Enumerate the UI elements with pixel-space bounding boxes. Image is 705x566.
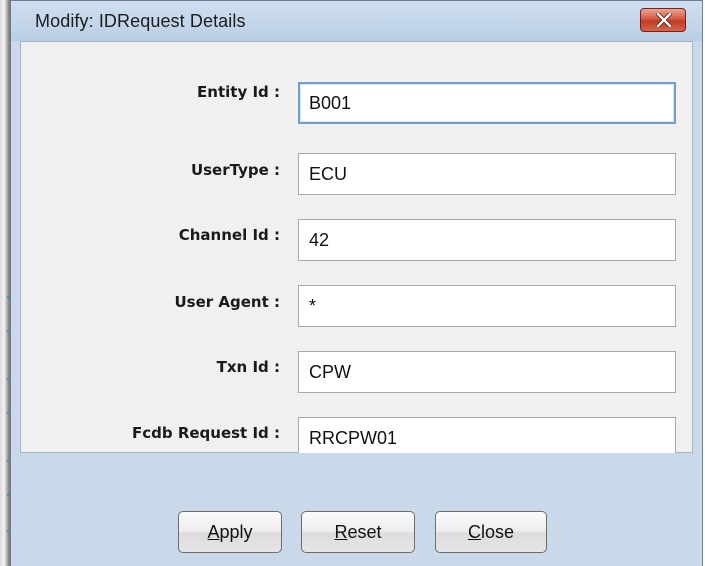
txn-id-label: Txn Id : <box>216 358 280 376</box>
reset-mnemonic: R <box>334 521 348 542</box>
edge-dot <box>7 378 9 380</box>
background-window-edge <box>0 0 10 566</box>
user-agent-field[interactable] <box>298 285 676 327</box>
close-x-icon <box>656 13 672 27</box>
close-window-button[interactable] <box>640 8 686 32</box>
title-bar[interactable]: Modify: IDRequest Details <box>11 1 702 41</box>
apply-button[interactable]: Apply <box>178 511 282 553</box>
form-panel: Entity Id : UserType : Channel Id : User… <box>20 41 693 459</box>
close-mnemonic: C <box>467 521 481 542</box>
reset-button[interactable]: Reset <box>301 511 415 553</box>
edge-dot <box>7 494 9 496</box>
edge-dot <box>7 296 9 298</box>
close-label: lose <box>480 521 515 542</box>
edge-dot <box>7 460 9 462</box>
txn-id-field[interactable] <box>298 351 676 393</box>
channel-id-field[interactable] <box>298 219 676 261</box>
entity-id-label: Entity Id : <box>197 83 280 101</box>
apply-label: pply <box>219 521 253 542</box>
fcdb-request-id-label: Fcdb Request Id : <box>131 424 280 442</box>
user-type-field[interactable] <box>298 153 676 195</box>
apply-mnemonic: A <box>207 521 220 542</box>
edge-dot <box>7 530 9 532</box>
close-button[interactable]: Close <box>435 511 547 553</box>
reset-label: eset <box>347 521 382 542</box>
edge-dot <box>7 330 9 332</box>
button-bar: Apply Reset Close <box>11 453 702 566</box>
edge-dot <box>7 412 9 414</box>
dialog-title: Modify: IDRequest Details <box>35 11 246 31</box>
entity-id-field[interactable] <box>298 82 676 124</box>
channel-id-label: Channel Id : <box>178 226 280 244</box>
user-type-label: UserType : <box>190 161 280 179</box>
user-agent-label: User Agent : <box>174 293 281 311</box>
modify-dialog: Modify: IDRequest Details Entity Id : Us… <box>10 0 703 566</box>
